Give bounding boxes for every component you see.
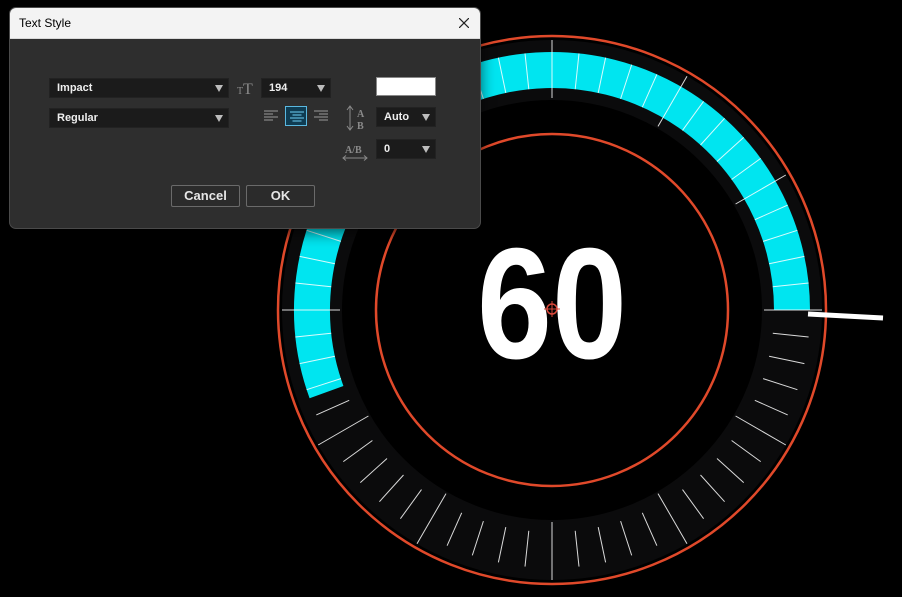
font-style-value: Regular xyxy=(57,112,98,124)
leading-icon: A B xyxy=(346,105,370,136)
font-style-dropdown[interactable]: Regular xyxy=(49,108,229,128)
chevron-down-icon xyxy=(317,85,325,92)
leading-dropdown[interactable]: Auto xyxy=(376,107,436,127)
chevron-down-icon xyxy=(215,115,223,122)
text-color-swatch[interactable] xyxy=(376,77,436,96)
align-left-button[interactable] xyxy=(260,106,282,126)
align-center-icon xyxy=(290,111,304,122)
text-style-dialog: Text Style Impact Regular T T 194 A B Au… xyxy=(9,7,481,229)
dialog-title: Text Style xyxy=(19,16,72,30)
font-family-dropdown[interactable]: Impact xyxy=(49,78,229,98)
close-icon xyxy=(459,18,469,28)
font-family-value: Impact xyxy=(57,82,93,94)
dialog-titlebar: Text Style xyxy=(10,8,480,39)
svg-text:A: A xyxy=(357,109,365,120)
tracking-icon: A/B xyxy=(342,142,368,167)
align-right-icon xyxy=(314,110,328,121)
chevron-down-icon xyxy=(422,146,430,153)
leading-value: Auto xyxy=(384,111,410,123)
font-size-dropdown[interactable]: 194 xyxy=(261,78,331,98)
chevron-down-icon xyxy=(422,114,430,121)
font-size-icon: T T xyxy=(237,78,255,101)
chevron-down-icon xyxy=(215,85,223,92)
align-right-button[interactable] xyxy=(310,106,332,126)
tracking-value: 0 xyxy=(384,143,391,155)
align-center-button[interactable] xyxy=(285,106,307,126)
align-left-icon xyxy=(264,110,278,121)
close-button[interactable] xyxy=(454,13,474,33)
svg-text:A/B: A/B xyxy=(345,145,362,156)
ok-button[interactable]: OK xyxy=(246,185,315,207)
font-size-value: 194 xyxy=(269,82,288,94)
tracking-dropdown[interactable]: 0 xyxy=(376,139,436,159)
svg-text:B: B xyxy=(357,121,364,131)
cancel-button[interactable]: Cancel xyxy=(171,185,240,207)
svg-text:T: T xyxy=(243,81,253,96)
